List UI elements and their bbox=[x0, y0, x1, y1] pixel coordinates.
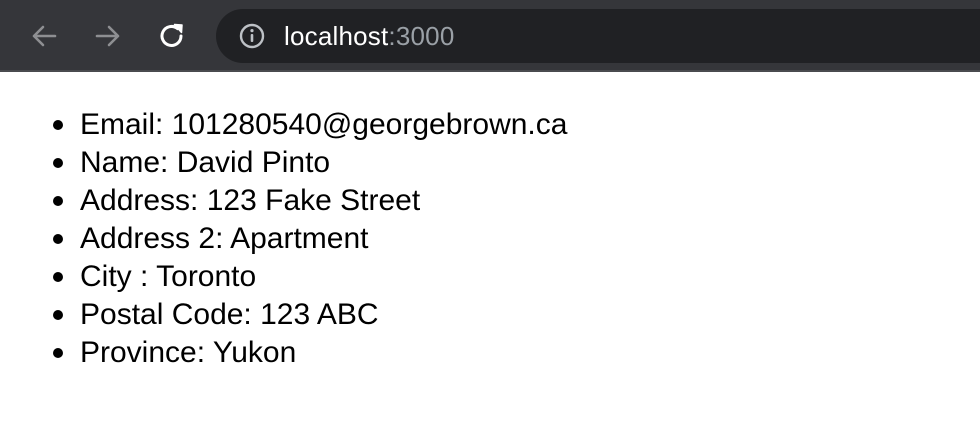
page-content: Email: 101280540@georgebrown.ca Name: Da… bbox=[0, 72, 980, 372]
list-item-address: Address: 123 Fake Street bbox=[53, 182, 980, 220]
url-host: localhost bbox=[284, 20, 389, 51]
reload-icon bbox=[160, 23, 183, 47]
reload-button[interactable] bbox=[154, 18, 190, 54]
back-button[interactable] bbox=[26, 18, 62, 54]
browser-toolbar: localhost:3000 bbox=[0, 0, 980, 72]
arrow-right-icon bbox=[95, 25, 120, 47]
info-list: Email: 101280540@georgebrown.ca Name: Da… bbox=[0, 106, 980, 372]
url-text[interactable]: localhost:3000 bbox=[284, 21, 455, 52]
arrow-left-icon bbox=[32, 25, 57, 47]
list-item-email: Email: 101280540@georgebrown.ca bbox=[53, 106, 980, 144]
list-item-address-2: Address 2: Apartment bbox=[53, 220, 980, 258]
list-item-province: Province: Yukon bbox=[53, 334, 980, 372]
forward-button[interactable] bbox=[90, 18, 126, 54]
address-bar[interactable]: localhost:3000 bbox=[216, 9, 980, 63]
list-item-city: City : Toronto bbox=[53, 258, 980, 296]
list-item-postal-code: Postal Code: 123 ABC bbox=[53, 296, 980, 334]
url-port: :3000 bbox=[388, 20, 455, 51]
list-item-name: Name: David Pinto bbox=[53, 144, 980, 182]
info-circle-icon[interactable] bbox=[238, 22, 266, 50]
